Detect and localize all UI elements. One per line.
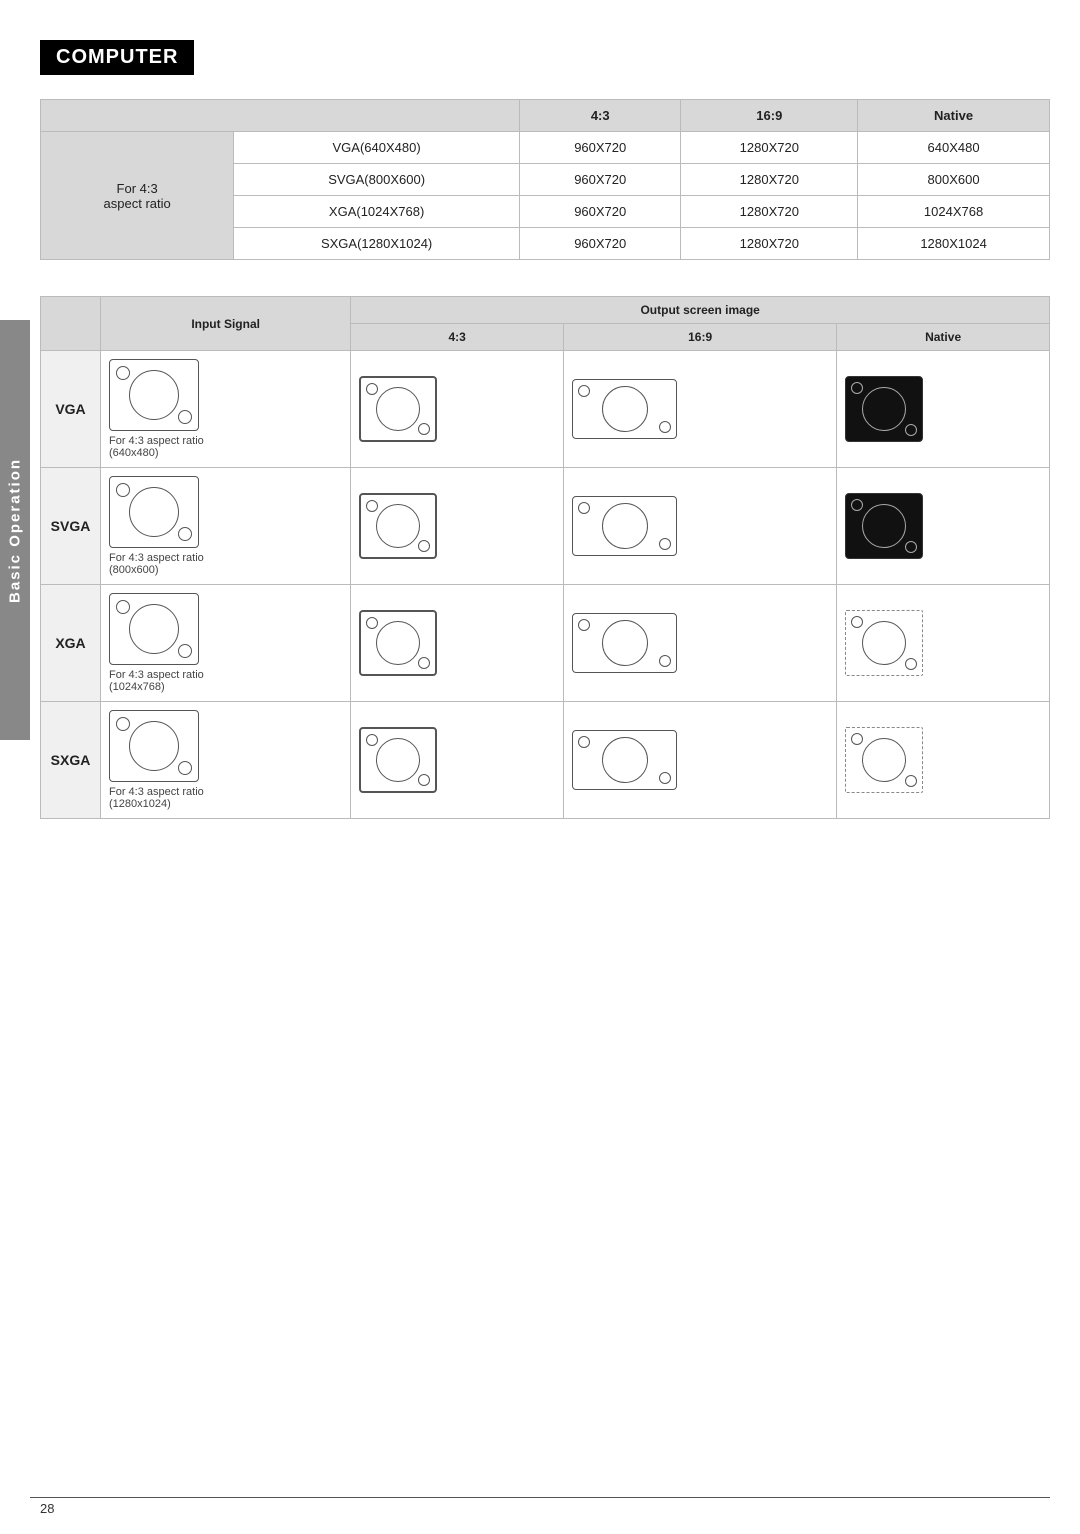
- signal-cell: For 4:3 aspect ratio (1280x1024): [101, 702, 351, 819]
- corner-circle-br: [178, 410, 192, 424]
- col-header-169: 16:9: [681, 100, 858, 132]
- output-169-cell: [564, 702, 837, 819]
- visual-table: Input Signal Output screen image 4:3 16:…: [40, 296, 1050, 819]
- signal-cell: For 4:3 aspect ratio (1024x768): [101, 585, 351, 702]
- corner-circle-tl: [366, 500, 378, 512]
- output-native-cell: [837, 468, 1050, 585]
- table-row: SVGA For 4:3 aspect ratio (800x600): [41, 468, 1050, 585]
- output-43-cell: [351, 585, 564, 702]
- corner-circle-tl: [366, 617, 378, 629]
- corner-circle-tl: [116, 600, 130, 614]
- big-circle: [862, 738, 906, 782]
- corner-circle-tl: [851, 382, 863, 394]
- corner-circle-tl: [116, 483, 130, 497]
- big-circle: [376, 504, 420, 548]
- corner-circle-tl: [578, 385, 590, 397]
- corner-circle-br: [905, 424, 917, 436]
- output-native-cell: [837, 702, 1050, 819]
- output-169-cell: [564, 468, 837, 585]
- corner-circle-br: [178, 761, 192, 775]
- big-circle: [602, 503, 648, 549]
- signal-cell: For 4:3 aspect ratio (800x600): [101, 468, 351, 585]
- page-line: [30, 1497, 1050, 1498]
- big-circle: [129, 721, 179, 771]
- side-tab: Basic Operation: [0, 320, 30, 740]
- visual-col-input: Input Signal: [101, 297, 351, 351]
- big-circle: [602, 386, 648, 432]
- output-43-cell: [351, 702, 564, 819]
- big-circle: [862, 504, 906, 548]
- corner-circle-br: [178, 644, 192, 658]
- corner-circle-br: [659, 538, 671, 550]
- corner-circle-br: [418, 540, 430, 552]
- corner-circle-br: [659, 421, 671, 433]
- output-169-cell: [564, 351, 837, 468]
- output-43-cell: [351, 351, 564, 468]
- big-circle: [602, 620, 648, 666]
- main-content: COMPUTER 4:3 16:9 Native For 4:3 aspect …: [40, 40, 1050, 1534]
- corner-circle-tl: [366, 383, 378, 395]
- corner-circle-tl: [851, 616, 863, 628]
- visual-col-169: 16:9: [564, 324, 837, 351]
- output-169-cell: [564, 585, 837, 702]
- col-header-native: Native: [858, 100, 1050, 132]
- corner-circle-br: [418, 774, 430, 786]
- corner-circle-tl: [366, 734, 378, 746]
- corner-circle-tl: [851, 499, 863, 511]
- corner-circle-tl: [116, 717, 130, 731]
- col-header-43: 4:3: [519, 100, 681, 132]
- corner-circle-br: [905, 775, 917, 787]
- corner-circle-br: [905, 658, 917, 670]
- big-circle: [129, 370, 179, 420]
- page-number: 28: [40, 1501, 54, 1516]
- visual-col-native: Native: [837, 324, 1050, 351]
- corner-circle-tl: [578, 736, 590, 748]
- corner-circle-tl: [116, 366, 130, 380]
- page-heading: COMPUTER: [40, 40, 194, 75]
- big-circle: [376, 387, 420, 431]
- data-table: 4:3 16:9 Native For 4:3 aspect ratioVGA(…: [40, 99, 1050, 260]
- big-circle: [862, 621, 906, 665]
- big-circle: [376, 738, 420, 782]
- corner-circle-tl: [578, 502, 590, 514]
- corner-circle-br: [418, 657, 430, 669]
- output-screen-header: Output screen image: [351, 297, 1050, 324]
- output-43-cell: [351, 468, 564, 585]
- corner-circle-tl: [851, 733, 863, 745]
- big-circle: [862, 387, 906, 431]
- big-circle: [129, 487, 179, 537]
- big-circle: [129, 604, 179, 654]
- corner-circle-br: [659, 655, 671, 667]
- visual-col-43: 4:3: [351, 324, 564, 351]
- page-wrapper: Basic Operation COMPUTER 4:3 16:9 Native…: [0, 0, 1080, 1534]
- corner-circle-br: [905, 541, 917, 553]
- table-row: SXGA For 4:3 aspect ratio (1280x1024): [41, 702, 1050, 819]
- corner-circle-tl: [578, 619, 590, 631]
- big-circle: [602, 737, 648, 783]
- corner-circle-br: [418, 423, 430, 435]
- table-row: VGA For 4:3 aspect ratio (640x480): [41, 351, 1050, 468]
- big-circle: [376, 621, 420, 665]
- corner-circle-br: [178, 527, 192, 541]
- signal-cell: For 4:3 aspect ratio (640x480): [101, 351, 351, 468]
- output-native-cell: [837, 351, 1050, 468]
- table-row: XGA For 4:3 aspect ratio (1024x768): [41, 585, 1050, 702]
- corner-circle-br: [659, 772, 671, 784]
- output-native-cell: [837, 585, 1050, 702]
